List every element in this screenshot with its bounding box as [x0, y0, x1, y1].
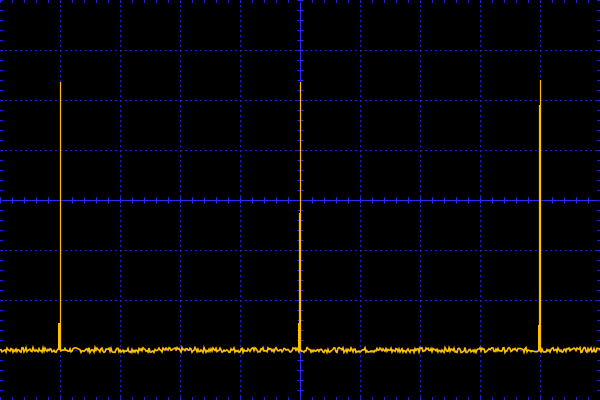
waveform-display: [0, 0, 600, 400]
oscilloscope-screen: [0, 0, 600, 400]
